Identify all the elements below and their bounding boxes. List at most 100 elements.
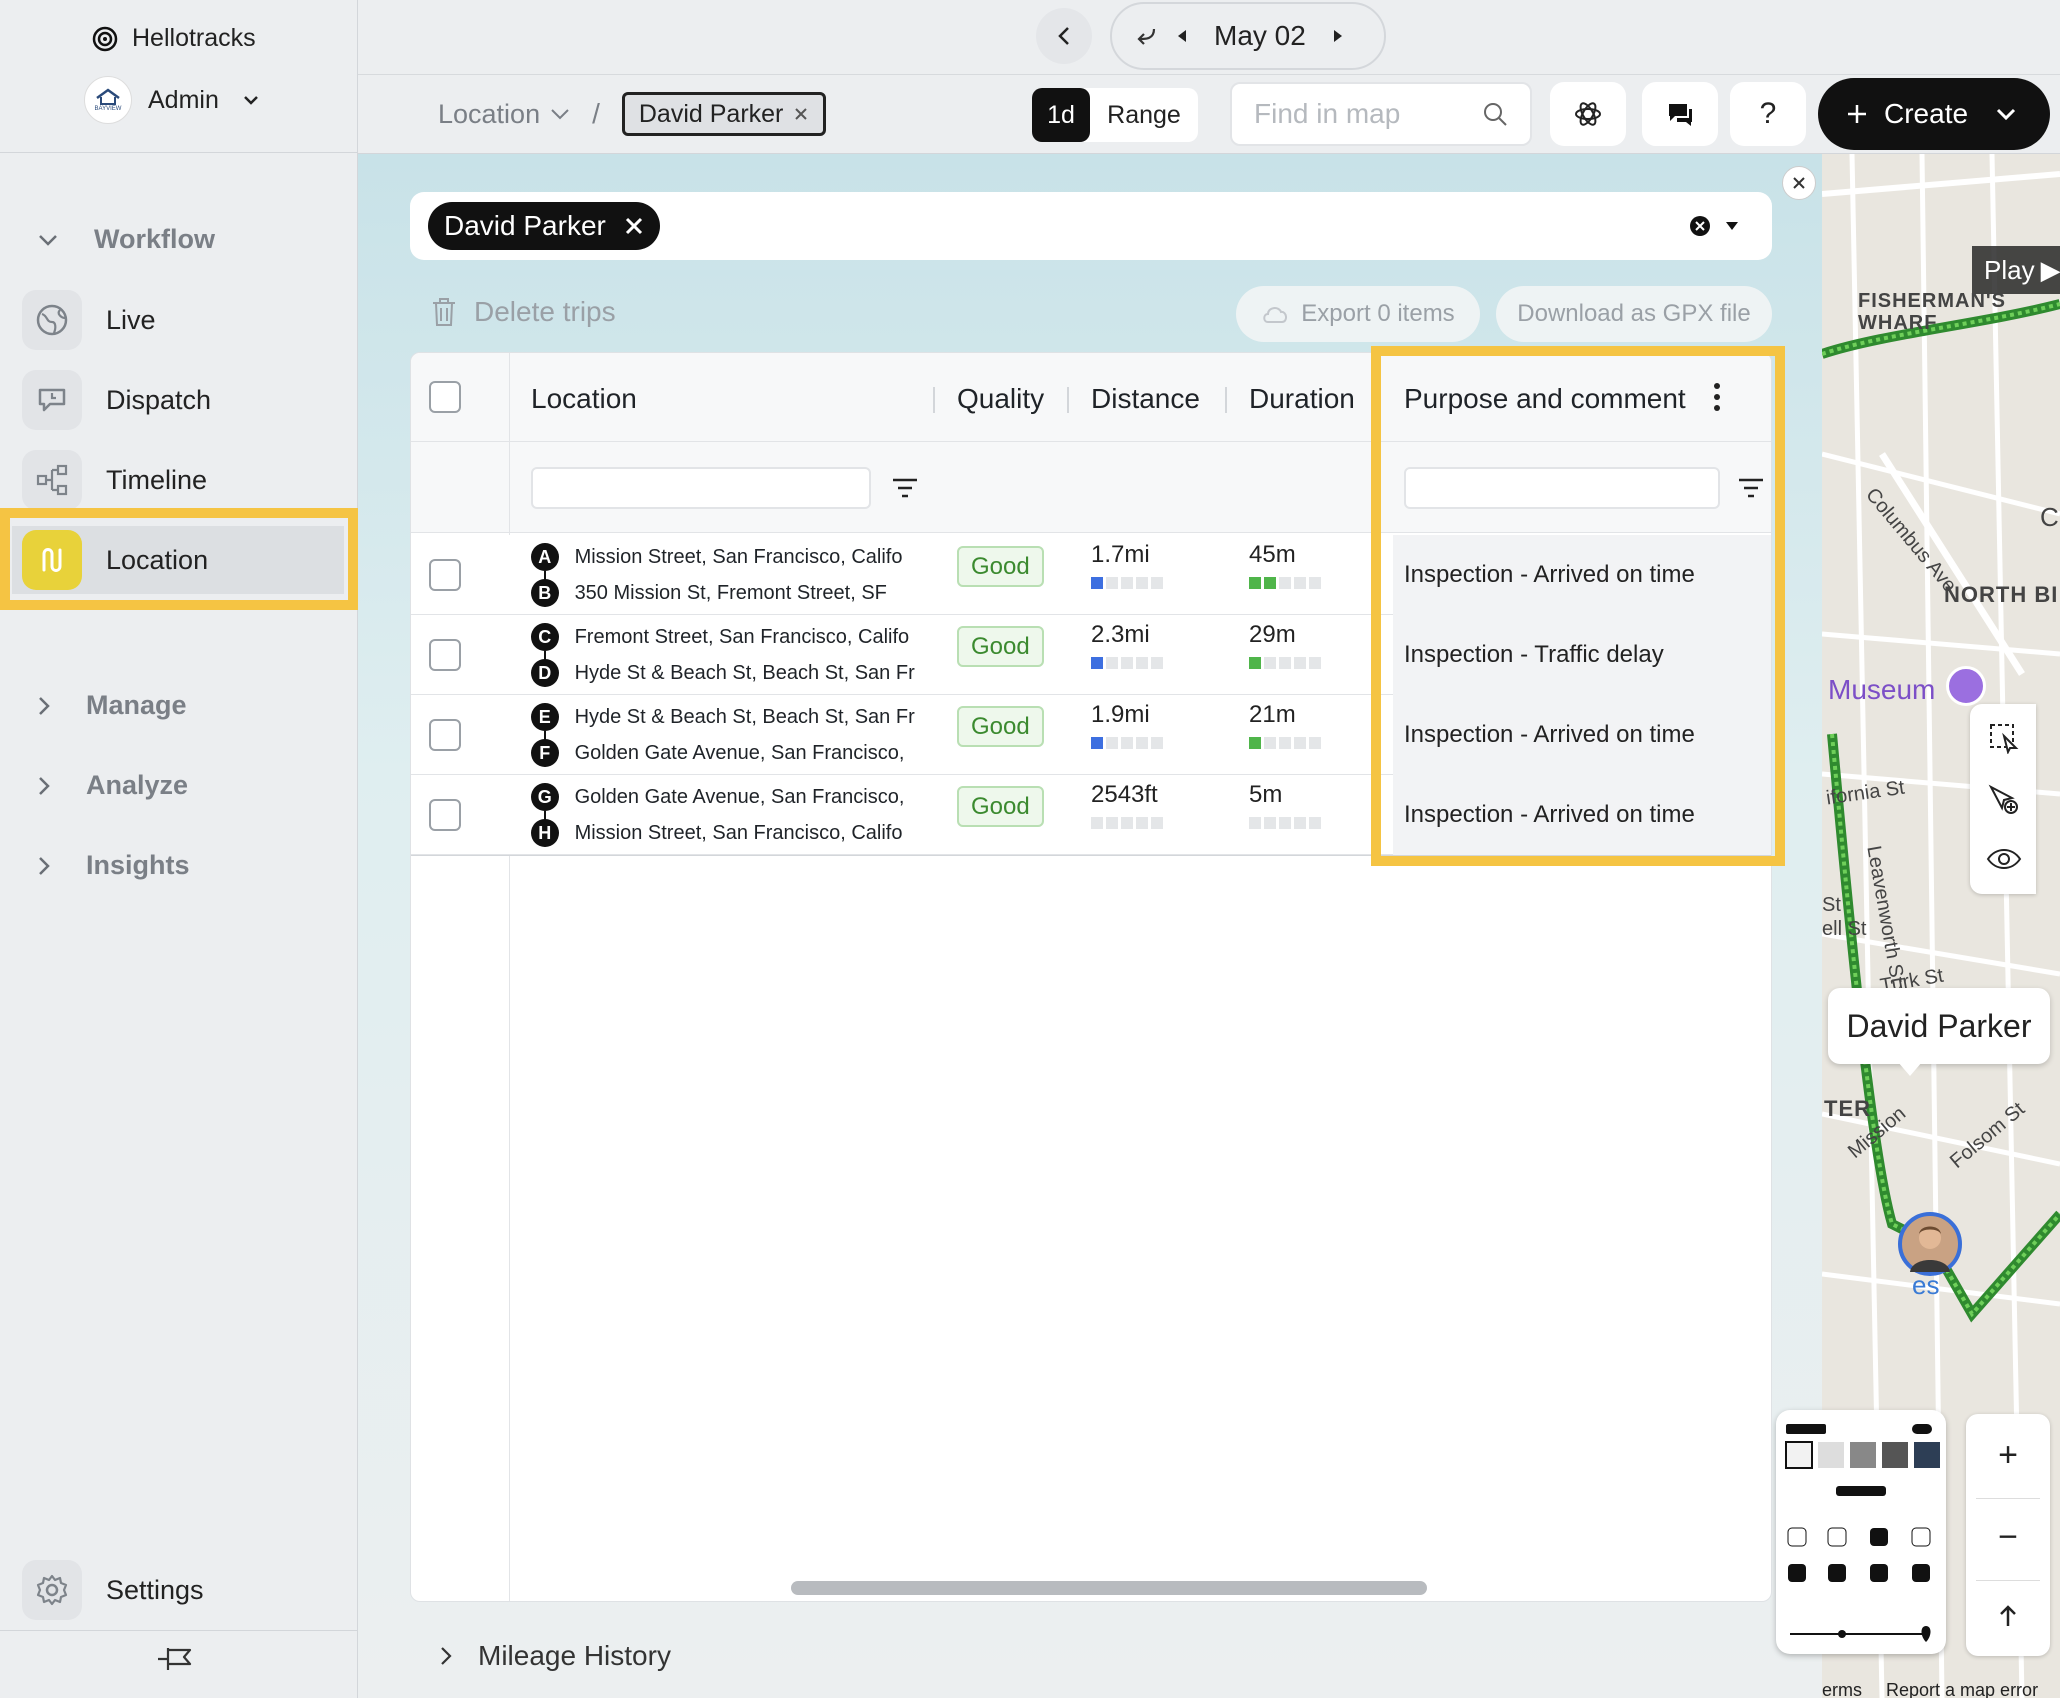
map-terms-link[interactable]: erms xyxy=(1822,1680,1862,1698)
column-header-duration[interactable]: Duration xyxy=(1249,383,1355,415)
stop-marker: D xyxy=(531,659,559,687)
distance-level xyxy=(1091,657,1166,669)
map-report-link[interactable]: Report a map error xyxy=(1886,1680,2038,1698)
column-resizer[interactable] xyxy=(933,387,935,413)
search-input[interactable]: Find in map xyxy=(1254,98,1482,130)
row-checkbox[interactable] xyxy=(429,719,461,751)
zoom-in-button[interactable]: + xyxy=(1966,1430,2050,1480)
create-label: Create xyxy=(1884,98,1969,129)
column-header-distance[interactable]: Distance xyxy=(1091,383,1200,415)
globe-icon xyxy=(22,290,82,350)
close-icon[interactable] xyxy=(793,106,809,122)
trip-start: C Fremont Street, San Francisco, Califo xyxy=(531,623,929,651)
person-filter[interactable]: David Parker xyxy=(410,192,1772,260)
caret-left-icon[interactable] xyxy=(1176,28,1188,44)
search-icon[interactable] xyxy=(1482,101,1508,127)
chevron-right-icon xyxy=(39,856,50,875)
delete-trips-button[interactable]: Delete trips xyxy=(430,296,616,328)
duration-level xyxy=(1249,737,1324,749)
add-pointer-icon[interactable] xyxy=(1988,784,2020,816)
duration-level xyxy=(1249,657,1324,669)
chevron-down-icon xyxy=(39,234,57,246)
stop-marker: A xyxy=(531,543,559,571)
north-arrow-icon[interactable] xyxy=(1998,1604,2018,1628)
column-resizer[interactable] xyxy=(1225,387,1227,413)
select-area-icon[interactable] xyxy=(1988,722,2020,754)
sidebar-item-timeline[interactable]: Timeline xyxy=(22,446,342,514)
label-pointer xyxy=(1898,1062,1922,1076)
sidebar-item-settings[interactable]: Settings xyxy=(22,1556,342,1624)
breadcrumb-chip[interactable]: David Parker xyxy=(621,92,827,136)
select-all-checkbox[interactable] xyxy=(429,381,461,413)
column-header-location[interactable]: Location xyxy=(531,383,637,415)
house-logo-icon xyxy=(96,88,120,105)
create-button[interactable]: Create xyxy=(1818,78,2050,150)
filter-chip-label: David Parker xyxy=(444,210,606,241)
person-avatar[interactable] xyxy=(1898,1212,1962,1276)
row-checkbox[interactable] xyxy=(429,559,461,591)
map-label: ell St xyxy=(1822,918,1867,940)
export-label: Export 0 items xyxy=(1301,300,1455,327)
gear-icon xyxy=(22,1560,82,1620)
nav-group-workflow[interactable]: Workflow xyxy=(38,224,215,255)
chevron-right-icon xyxy=(39,696,50,715)
horizontal-scrollbar[interactable] xyxy=(791,1581,1427,1595)
current-date[interactable]: May 02 xyxy=(1214,20,1306,52)
ai-assistant-button[interactable] xyxy=(1550,82,1626,146)
person-label[interactable]: David Parker xyxy=(1828,988,2050,1064)
logo-text: BAYVIEW xyxy=(94,106,122,112)
chevron-down-icon[interactable] xyxy=(550,108,570,120)
ai-knot-icon xyxy=(1575,102,1601,126)
nav-group-manage[interactable]: Manage xyxy=(38,690,187,721)
sidebar-item-location[interactable]: Location xyxy=(12,526,344,594)
chevron-right-icon xyxy=(441,1647,452,1665)
chevron-left-icon xyxy=(1058,27,1069,45)
end-address: Golden Gate Avenue, San Francisco, xyxy=(574,741,905,764)
layers-preview-icon xyxy=(1785,1424,1940,1642)
pin-sidebar-icon[interactable] xyxy=(156,1644,194,1674)
row-checkbox[interactable] xyxy=(429,639,461,671)
sidebar-item-label: Location xyxy=(106,544,209,575)
map-label: NORTH BI xyxy=(1944,582,2059,607)
messages-button[interactable] xyxy=(1642,82,1718,146)
return-today-icon[interactable] xyxy=(1134,25,1158,47)
distance-level xyxy=(1091,737,1166,749)
account-selector[interactable]: BAYVIEW Admin xyxy=(84,76,259,124)
map-layers-picker[interactable] xyxy=(1776,1410,1946,1654)
mode-1d-button[interactable]: 1d xyxy=(1032,88,1090,142)
eye-icon[interactable] xyxy=(1986,846,2022,872)
map-label: Museum xyxy=(1828,674,1936,705)
start-address: Hyde St & Beach St, Beach St, San Fr xyxy=(574,705,915,728)
export-button[interactable]: Export 0 items xyxy=(1236,286,1480,342)
row-checkbox[interactable] xyxy=(429,799,461,831)
column-header-quality[interactable]: Quality xyxy=(957,383,1044,415)
mileage-history-toggle[interactable]: Mileage History xyxy=(440,1640,671,1672)
trip-end: H Mission Street, San Francisco, Califo xyxy=(531,819,929,847)
divider xyxy=(0,152,358,153)
close-icon[interactable] xyxy=(624,216,644,236)
filter-icon[interactable] xyxy=(891,477,919,499)
chat-icon xyxy=(1669,104,1692,126)
divider xyxy=(358,74,2060,75)
help-button[interactable]: ? xyxy=(1730,82,1806,146)
zoom-out-button[interactable]: − xyxy=(1966,1512,2050,1562)
breadcrumb-separator: / xyxy=(592,98,600,129)
filter-chip[interactable]: David Parker xyxy=(428,202,660,250)
stop-marker: C xyxy=(531,623,559,651)
sidebar-item-dispatch[interactable]: Dispatch xyxy=(22,366,342,434)
breadcrumb-root[interactable]: Location xyxy=(438,99,540,130)
distance-level xyxy=(1091,577,1166,589)
mode-range-button[interactable]: Range xyxy=(1090,101,1198,130)
clear-circle-icon[interactable] xyxy=(1688,214,1712,238)
download-gpx-button[interactable]: Download as GPX file xyxy=(1496,286,1772,342)
sidebar-item-live[interactable]: Live xyxy=(22,286,342,354)
close-panel-button[interactable] xyxy=(1782,166,1816,200)
nav-group-analyze[interactable]: Analyze xyxy=(38,770,188,801)
column-resizer[interactable] xyxy=(1067,387,1069,413)
caret-right-icon[interactable] xyxy=(1332,28,1344,44)
location-filter-input[interactable] xyxy=(531,467,871,509)
play-button[interactable]: Play ▶ xyxy=(1972,246,2060,294)
prev-day-button[interactable] xyxy=(1036,8,1092,64)
caret-down-icon[interactable] xyxy=(1724,220,1740,232)
nav-group-insights[interactable]: Insights xyxy=(38,850,190,881)
